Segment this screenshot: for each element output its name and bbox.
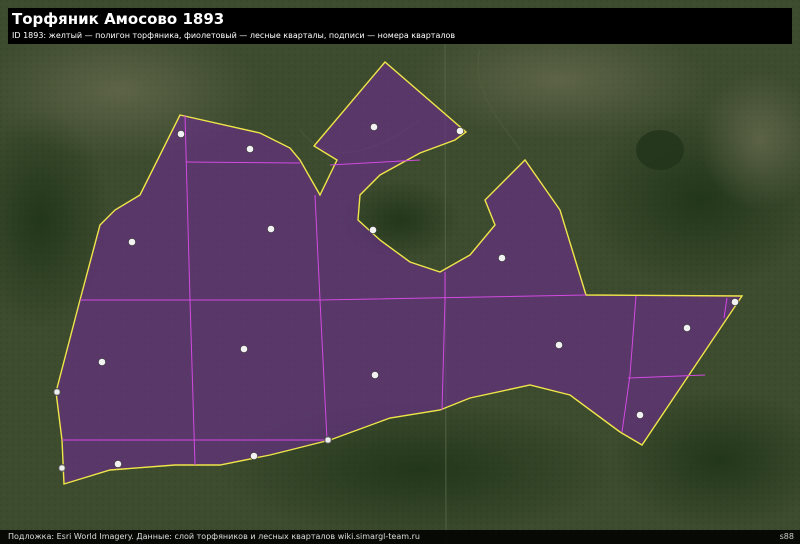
quarter-marker-circle [177, 130, 185, 138]
quarter-marker-circle [636, 411, 644, 419]
attribution-text: Подложка: Esri World Imagery. Данные: сл… [8, 532, 420, 541]
sheet-number: s88 [779, 532, 794, 541]
quarter-marker-circle [370, 123, 378, 131]
quarter-marker-q-north-lobe[interactable] [370, 123, 378, 131]
quarter-marker-q-southeast[interactable] [636, 411, 644, 419]
quarter-marker-circle [250, 452, 258, 460]
quarter-marker-q-north-lobe-edge[interactable] [456, 127, 464, 135]
quarter-marker-q-south-mid[interactable] [250, 452, 258, 460]
edge-marker [53, 388, 61, 396]
quarter-marker-q-east[interactable] [555, 341, 563, 349]
edge-marker [324, 436, 332, 444]
quarter-marker-q-mid[interactable] [267, 225, 275, 233]
edge-marker [58, 464, 66, 472]
quarter-marker-q-far-east[interactable] [683, 324, 691, 332]
quarter-marker-q-top-mid[interactable] [246, 145, 254, 153]
quarter-marker-circle [456, 127, 464, 135]
quarter-marker-circle [246, 145, 254, 153]
attribution-bar: Подложка: Esri World Imagery. Данные: сл… [0, 530, 800, 544]
quarter-marker-circle [267, 225, 275, 233]
quarter-marker-q-south-central[interactable] [371, 371, 379, 379]
quarter-marker-q-central[interactable] [240, 345, 248, 353]
quarter-marker-circle [731, 298, 739, 306]
quarter-marker-circle [555, 341, 563, 349]
quarter-marker-q-east-upper[interactable] [498, 254, 506, 262]
quarter-marker-circle [240, 345, 248, 353]
quarter-marker-q-notch[interactable] [369, 226, 377, 234]
map-title: Торфяник Амосово 1893 [12, 10, 225, 28]
quarter-marker-circle [498, 254, 506, 262]
quarter-marker-q-far-east-corner[interactable] [731, 298, 739, 306]
quarter-marker-circle [369, 226, 377, 234]
quarter-marker-circle [114, 460, 122, 468]
title-panel: Торфяник Амосово 1893 ID 1893: желтый — … [8, 8, 792, 44]
quarter-marker-q-west[interactable] [128, 238, 136, 246]
map-canvas[interactable] [0, 0, 800, 544]
quarter-marker-q-southwest[interactable] [98, 358, 106, 366]
quarter-marker-q-top-left[interactable] [177, 130, 185, 138]
quarter-marker-circle [128, 238, 136, 246]
quarter-marker-q-south-left[interactable] [114, 460, 122, 468]
map-legend-subtitle: ID 1893: желтый — полигон торфяника, фио… [12, 31, 456, 40]
quarter-marker-circle [98, 358, 106, 366]
quarter-marker-circle [371, 371, 379, 379]
quarter-marker-circle [683, 324, 691, 332]
